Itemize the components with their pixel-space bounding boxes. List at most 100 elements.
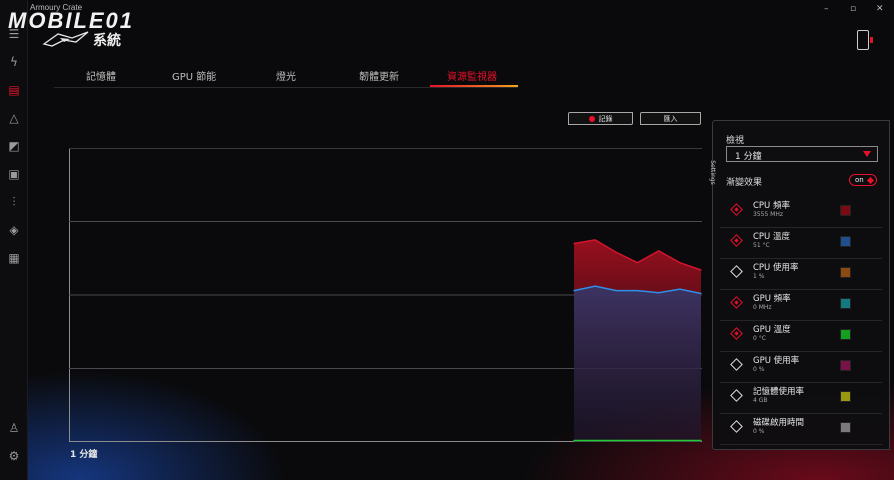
tab-memory[interactable]: 記憶體 [86, 68, 116, 83]
metric-memory-usage[interactable]: 記憶體使用率 4 GB [720, 383, 882, 414]
metric-gpu-temperature[interactable]: GPU 溫度 0 °C [720, 321, 882, 352]
user-icon[interactable]: ♙ [4, 418, 24, 438]
tag-icon[interactable]: ◈ [4, 220, 24, 240]
metric-color-swatch[interactable] [840, 267, 851, 278]
close-button[interactable]: ✕ [876, 4, 884, 14]
record-dot-icon [588, 115, 595, 122]
metric-name: CPU 頻率 [753, 201, 790, 211]
series-point-2-6 [700, 439, 702, 442]
settings-collapse-tab[interactable]: Settings [709, 155, 724, 195]
sliders-icon[interactable]: ⫶ [4, 192, 24, 212]
view-label: 檢視 [726, 136, 745, 146]
system-icon[interactable]: ▤ [4, 80, 24, 100]
metric-name: CPU 溫度 [753, 232, 790, 242]
chevron-down-icon [863, 151, 871, 157]
series-point-0-6 [700, 269, 702, 271]
metric-color-swatch[interactable] [840, 329, 851, 340]
series-point-0-2 [615, 251, 617, 253]
metric-value: 4 GB [753, 397, 768, 404]
tab-lighting[interactable]: 燈光 [276, 68, 296, 83]
import-button[interactable]: 匯入 [640, 112, 701, 125]
metric-name: 磁碟啟用時間 [753, 418, 805, 428]
metric-color-swatch[interactable] [840, 298, 851, 309]
gear-icon[interactable]: ⚙ [4, 446, 24, 466]
series-point-1-1 [594, 285, 596, 287]
metric-color-swatch[interactable] [840, 422, 851, 433]
metric-value: 0 °C [753, 335, 766, 342]
series-point-1-2 [615, 289, 617, 292]
metric-toggle-icon[interactable] [730, 420, 743, 433]
view-range-select[interactable]: 1 分鐘 [726, 146, 878, 162]
metric-toggle-icon[interactable] [730, 358, 743, 371]
metric-gpu-usage[interactable]: GPU 使用率 0 % [720, 352, 882, 383]
fade-effect-toggle[interactable]: on [849, 174, 877, 186]
metric-color-swatch[interactable] [840, 391, 851, 402]
metric-value: 1 % [753, 273, 765, 280]
import-button-label: 匯入 [663, 114, 678, 123]
series-point-0-0 [573, 242, 575, 245]
series-point-0-5 [679, 262, 681, 264]
tab-firmware-update[interactable]: 韌體更新 [359, 68, 399, 83]
metric-value: 0 MHz [753, 304, 772, 311]
series-point-2-0 [573, 439, 575, 442]
gamevisual-icon[interactable]: ◩ [4, 136, 24, 156]
metric-color-swatch[interactable] [840, 360, 851, 371]
metric-value: 3555 MHz [753, 211, 784, 218]
series-point-2-1 [594, 439, 596, 442]
rog-eye-logo-icon [42, 31, 89, 47]
series-point-0-4 [658, 250, 660, 252]
record-button[interactable]: 記錄 [568, 112, 633, 125]
series-point-1-6 [700, 292, 702, 295]
left-nav-rail: ☰ ϟ ▤ △ ◩ ▣ ⫶ ◈ ▦ ♙ ⚙ [0, 0, 28, 480]
metric-cpu-temperature[interactable]: CPU 溫度 51 °C [720, 228, 882, 259]
metric-value: 0 % [753, 428, 765, 435]
device-icon[interactable] [857, 30, 873, 50]
aura-icon[interactable]: △ [4, 108, 24, 128]
page-title: 系統 [93, 33, 121, 49]
metric-toggle-icon[interactable] [730, 389, 743, 402]
series-point-1-4 [658, 292, 660, 294]
series-point-1-3 [636, 289, 639, 292]
series-area-1 [574, 286, 701, 442]
series-point-2-3 [636, 439, 639, 442]
metric-value: 51 °C [753, 242, 770, 249]
metric-cpu-frequency[interactable]: CPU 頻率 3555 MHz [720, 197, 882, 228]
metric-name: 記憶體使用率 [753, 387, 805, 397]
record-button-label: 記錄 [598, 114, 613, 123]
news-icon[interactable]: ▦ [4, 248, 24, 268]
metric-name: GPU 使用率 [753, 356, 800, 366]
maximize-button[interactable]: ▫ [850, 4, 856, 14]
metric-name: GPU 溫度 [753, 325, 791, 335]
metric-cpu-usage[interactable]: CPU 使用率 1 % [720, 259, 882, 290]
lightning-icon[interactable]: ϟ [4, 52, 24, 72]
tab-resource-monitor[interactable]: 資源監視器 [447, 68, 497, 83]
metric-disk-active-time[interactable]: 磁碟啟用時間 0 % [720, 414, 882, 445]
metric-name: CPU 使用率 [753, 263, 799, 273]
view-range-value: 1 分鐘 [735, 152, 762, 162]
gpu-icon[interactable]: ▣ [4, 164, 24, 184]
series-point-2-4 [658, 439, 660, 442]
metric-toggle-icon[interactable] [730, 296, 743, 309]
metric-toggle-icon[interactable] [730, 327, 743, 340]
metric-color-swatch[interactable] [840, 236, 851, 247]
series-point-2-5 [679, 439, 681, 442]
series-point-0-1 [594, 239, 596, 241]
tab-gpu-power-saving[interactable]: GPU 節能 [172, 68, 216, 83]
series-point-0-3 [636, 262, 639, 264]
series-point-1-0 [573, 289, 575, 292]
settings-tab-label: Settings [708, 160, 716, 185]
metric-color-swatch[interactable] [840, 205, 851, 216]
metric-toggle-icon[interactable] [730, 203, 743, 216]
series-point-1-5 [679, 288, 681, 290]
chart-x-axis-label: 1 分鐘 [70, 450, 98, 460]
metric-toggle-icon[interactable] [730, 265, 743, 278]
metric-gpu-frequency[interactable]: GPU 頻率 0 MHz [720, 290, 882, 321]
series-point-2-2 [615, 439, 617, 442]
fade-effect-label: 漸變效果 [726, 178, 763, 188]
resource-chart [69, 148, 702, 442]
metric-name: GPU 頻率 [753, 294, 791, 304]
minimize-button[interactable]: – [824, 4, 829, 14]
active-tab-indicator [430, 85, 518, 87]
chart-series-layer [573, 239, 702, 442]
metric-toggle-icon[interactable] [730, 234, 743, 247]
